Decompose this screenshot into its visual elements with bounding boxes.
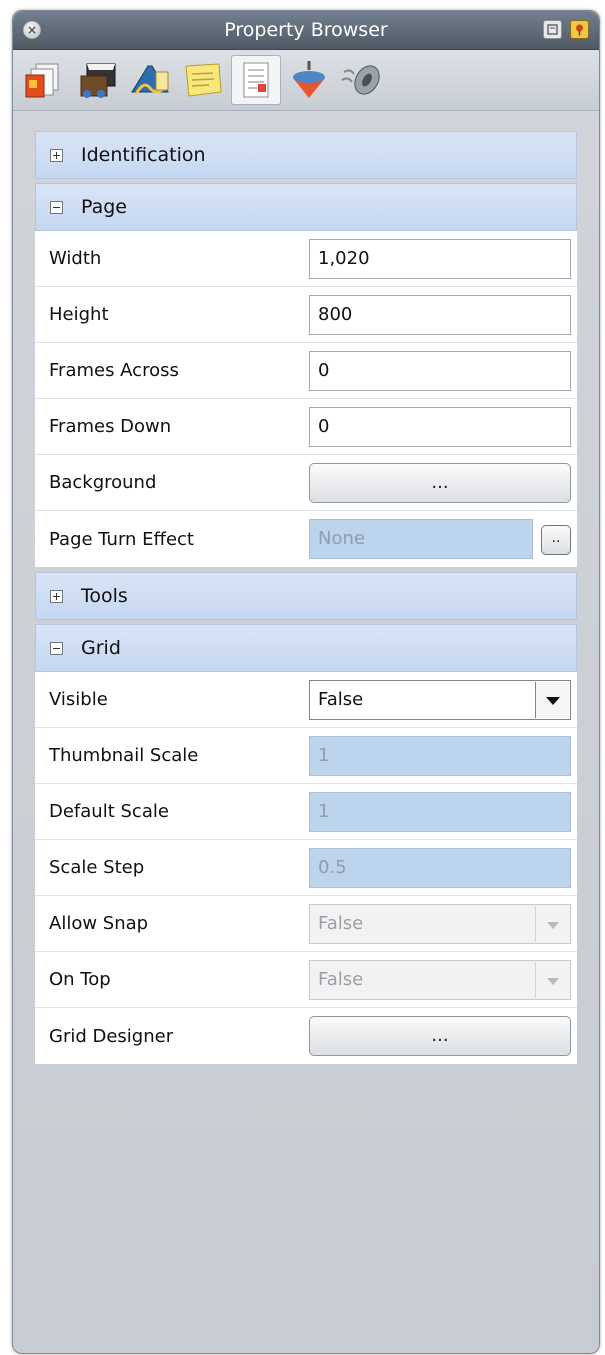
property-label: Default Scale bbox=[49, 801, 169, 822]
property-label: Background bbox=[49, 472, 157, 493]
tool-document-properties[interactable] bbox=[231, 55, 281, 105]
property-label: Frames Down bbox=[49, 416, 172, 437]
height-field[interactable]: 800 bbox=[309, 295, 571, 335]
chevron-down-icon bbox=[535, 962, 569, 998]
expand-icon[interactable] bbox=[50, 148, 63, 162]
scale-step-field: 0.5 bbox=[309, 848, 571, 888]
width-field[interactable]: 1,020 bbox=[309, 239, 571, 279]
frames-down-field[interactable]: 0 bbox=[309, 407, 571, 447]
collapse-icon[interactable] bbox=[50, 641, 63, 655]
group-header-grid[interactable]: Grid bbox=[35, 624, 577, 672]
grid-properties: Visible False Thumbnail Scale 1 Default … bbox=[35, 672, 577, 1064]
selected-value: False bbox=[318, 689, 364, 710]
selected-value: False bbox=[318, 969, 364, 990]
tool-pages[interactable] bbox=[19, 55, 69, 105]
property-row-frames-down: Frames Down 0 bbox=[35, 399, 577, 455]
group-label: Tools bbox=[81, 585, 128, 607]
property-row-width: Width 1,020 bbox=[35, 231, 577, 287]
tool-media[interactable] bbox=[72, 55, 122, 105]
property-row-frames-across: Frames Across 0 bbox=[35, 343, 577, 399]
group-header-identification[interactable]: Identification bbox=[35, 131, 577, 179]
property-row-height: Height 800 bbox=[35, 287, 577, 343]
restore-button[interactable] bbox=[543, 20, 562, 39]
background-button[interactable]: ... bbox=[309, 463, 571, 503]
property-label: Width bbox=[49, 248, 102, 269]
property-row-thumbnail-scale: Thumbnail Scale 1 bbox=[35, 728, 577, 784]
property-row-allow-snap: Allow Snap False bbox=[35, 896, 577, 952]
group-header-page[interactable]: Page bbox=[35, 183, 577, 231]
chevron-down-icon[interactable] bbox=[535, 682, 569, 718]
property-panel: Identification Page Width 1,020 Height 8… bbox=[35, 131, 577, 1069]
pin-button[interactable] bbox=[570, 20, 589, 39]
group-label: Page bbox=[81, 196, 127, 218]
category-toolbar bbox=[13, 50, 599, 111]
property-browser-window: × Property Browser Identification Page W… bbox=[12, 10, 600, 1354]
page-turn-effect-field: None bbox=[309, 519, 533, 559]
property-label: Visible bbox=[49, 689, 108, 710]
property-row-page-turn-effect: Page Turn Effect None .. bbox=[35, 511, 577, 567]
pages-icon bbox=[25, 63, 59, 98]
property-label: Scale Step bbox=[49, 857, 145, 878]
property-row-scale-step: Scale Step 0.5 bbox=[35, 840, 577, 896]
page-properties: Width 1,020 Height 800 Frames Across 0 F… bbox=[35, 231, 577, 567]
allow-snap-select: False bbox=[309, 904, 571, 944]
property-row-background: Background ... bbox=[35, 455, 577, 511]
pin-icon bbox=[576, 24, 583, 36]
media-icon bbox=[80, 63, 116, 98]
property-row-on-top: On Top False bbox=[35, 952, 577, 1008]
thumbnail-scale-field: 1 bbox=[309, 736, 571, 776]
text-signature-icon bbox=[131, 65, 169, 95]
grid-designer-button[interactable]: ... bbox=[309, 1016, 571, 1056]
property-label: Grid Designer bbox=[49, 1025, 174, 1047]
chevron-down-icon bbox=[535, 906, 569, 942]
tool-interaction[interactable] bbox=[337, 55, 387, 105]
property-label: Thumbnail Scale bbox=[49, 745, 199, 766]
property-row-grid-designer: Grid Designer ... bbox=[35, 1008, 577, 1064]
property-label: Allow Snap bbox=[49, 913, 149, 934]
page-turn-effect-browse-button[interactable]: .. bbox=[541, 525, 571, 555]
sticky-note-icon bbox=[185, 63, 222, 97]
title-bar[interactable]: × Property Browser bbox=[13, 11, 599, 50]
selected-value: False bbox=[318, 913, 364, 934]
window-title: Property Browser bbox=[224, 19, 388, 41]
property-label: Height bbox=[49, 304, 109, 325]
property-row-default-scale: Default Scale 1 bbox=[35, 784, 577, 840]
collapse-icon[interactable] bbox=[50, 200, 63, 214]
frames-across-field[interactable]: 0 bbox=[309, 351, 571, 391]
group-label: Identification bbox=[81, 144, 206, 166]
restore-icon bbox=[547, 24, 558, 35]
property-label: On Top bbox=[49, 969, 111, 990]
spinning-top-icon bbox=[293, 61, 325, 98]
property-label: Page Turn Effect bbox=[49, 528, 194, 550]
group-label: Grid bbox=[81, 637, 121, 659]
tool-animation[interactable] bbox=[284, 55, 334, 105]
tool-text[interactable] bbox=[125, 55, 175, 105]
property-label: Frames Across bbox=[49, 360, 179, 381]
default-scale-field: 1 bbox=[309, 792, 571, 832]
visible-select[interactable]: False bbox=[309, 680, 571, 720]
on-top-select: False bbox=[309, 960, 571, 1000]
property-row-visible: Visible False bbox=[35, 672, 577, 728]
document-properties-icon bbox=[243, 62, 269, 98]
tool-notes[interactable] bbox=[178, 55, 228, 105]
mouse-icon bbox=[341, 65, 380, 95]
expand-icon[interactable] bbox=[50, 589, 63, 603]
group-header-tools[interactable]: Tools bbox=[35, 572, 577, 620]
